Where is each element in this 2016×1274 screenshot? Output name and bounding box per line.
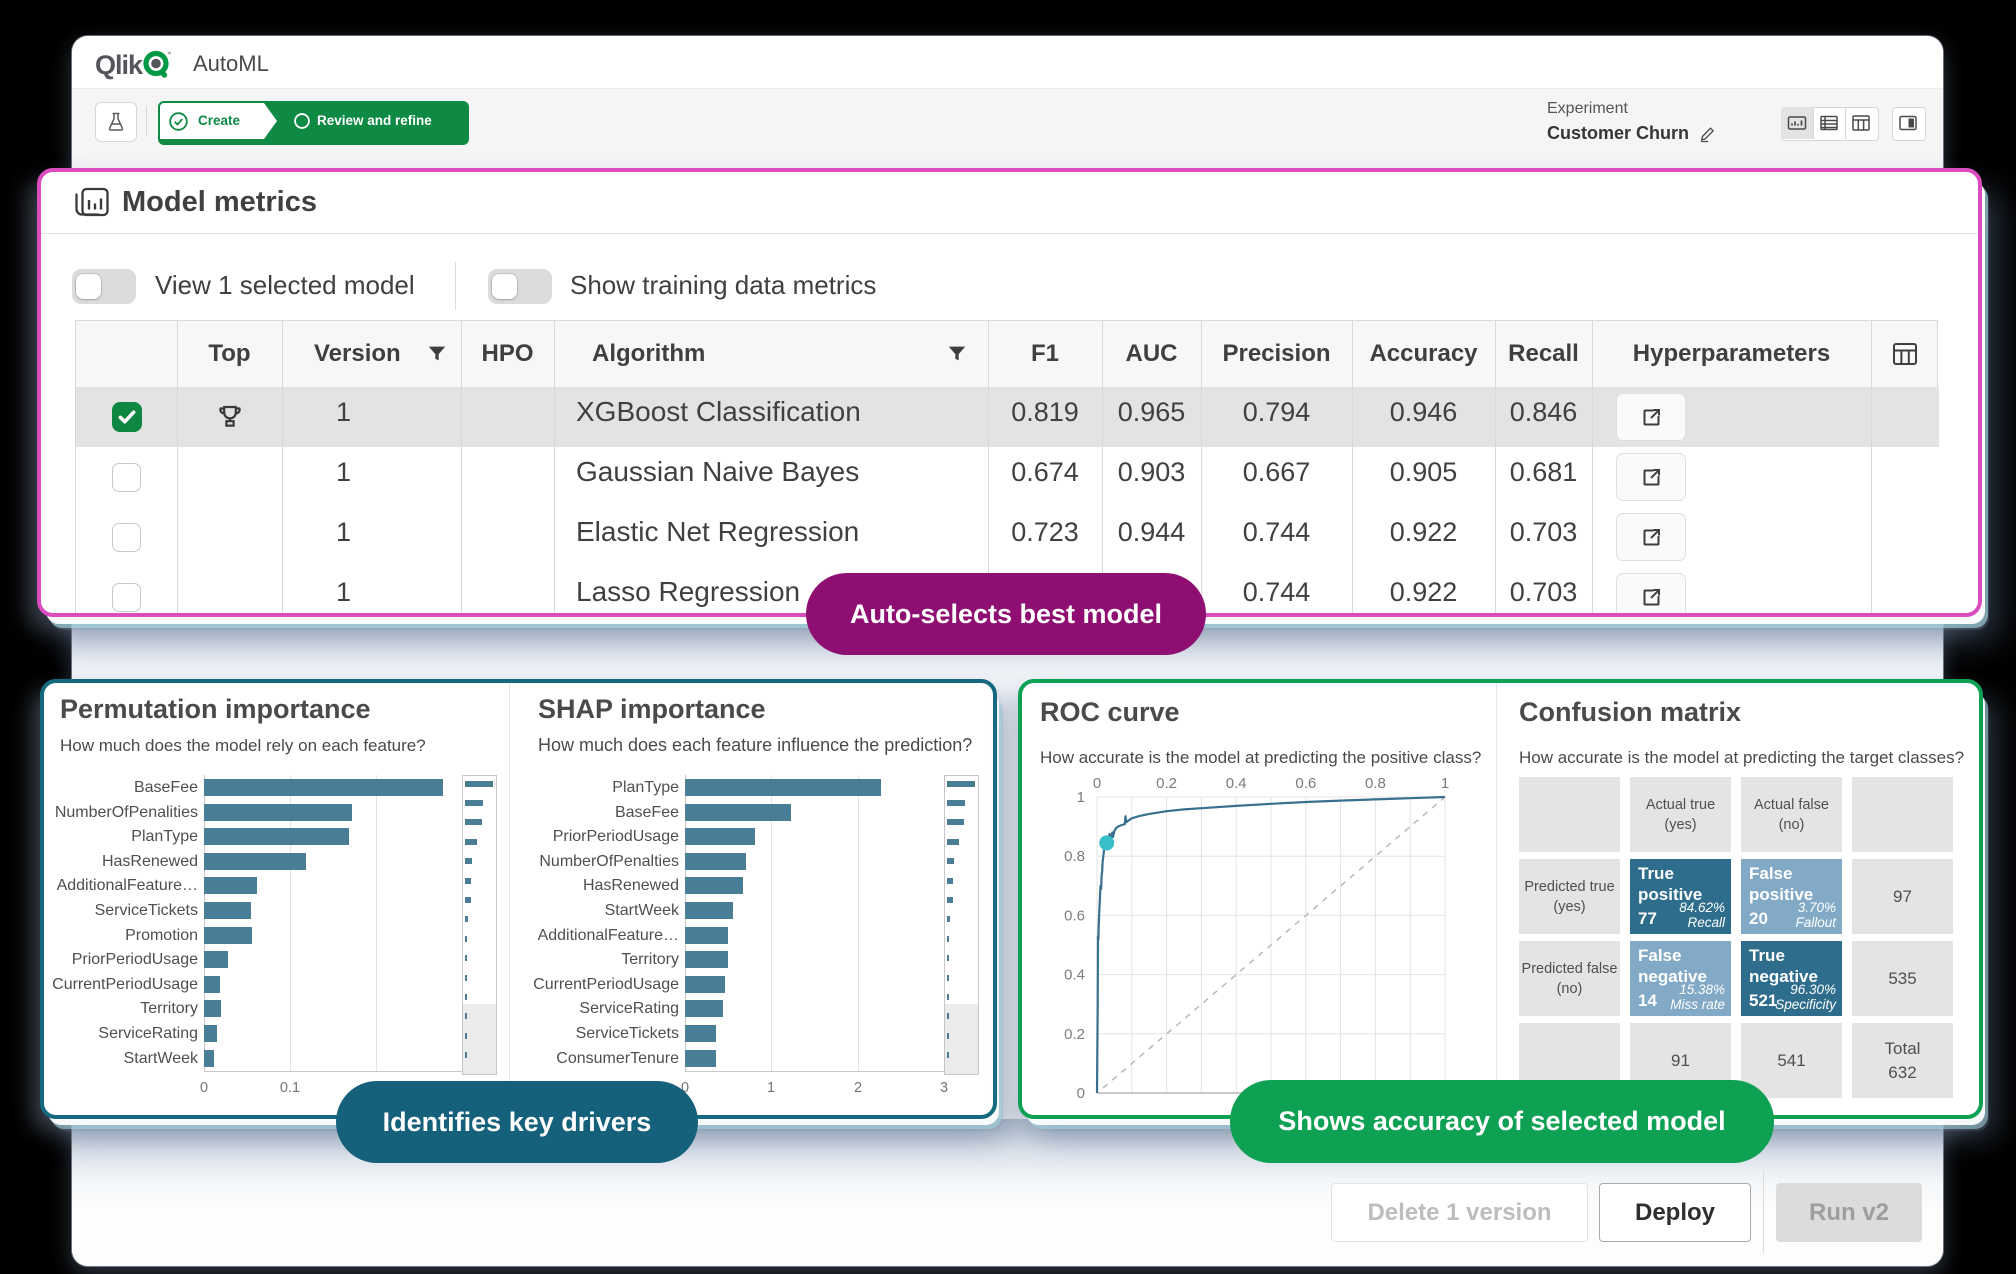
svg-text:1: 1 — [1077, 789, 1085, 806]
svg-text:0.2: 0.2 — [1156, 775, 1177, 792]
svg-text:0.2: 0.2 — [1064, 1026, 1085, 1043]
svg-text:0.8: 0.8 — [1365, 775, 1386, 792]
svg-text:0.6: 0.6 — [1295, 775, 1316, 792]
svg-text:0.4: 0.4 — [1064, 967, 1085, 984]
svg-text:0.4: 0.4 — [1226, 775, 1247, 792]
svg-text:0: 0 — [1093, 775, 1101, 792]
svg-text:1: 1 — [1441, 775, 1449, 792]
svg-text:0.6: 0.6 — [1064, 907, 1085, 924]
svg-text:0.8: 0.8 — [1064, 848, 1085, 865]
svg-text:0: 0 — [1077, 1085, 1085, 1102]
